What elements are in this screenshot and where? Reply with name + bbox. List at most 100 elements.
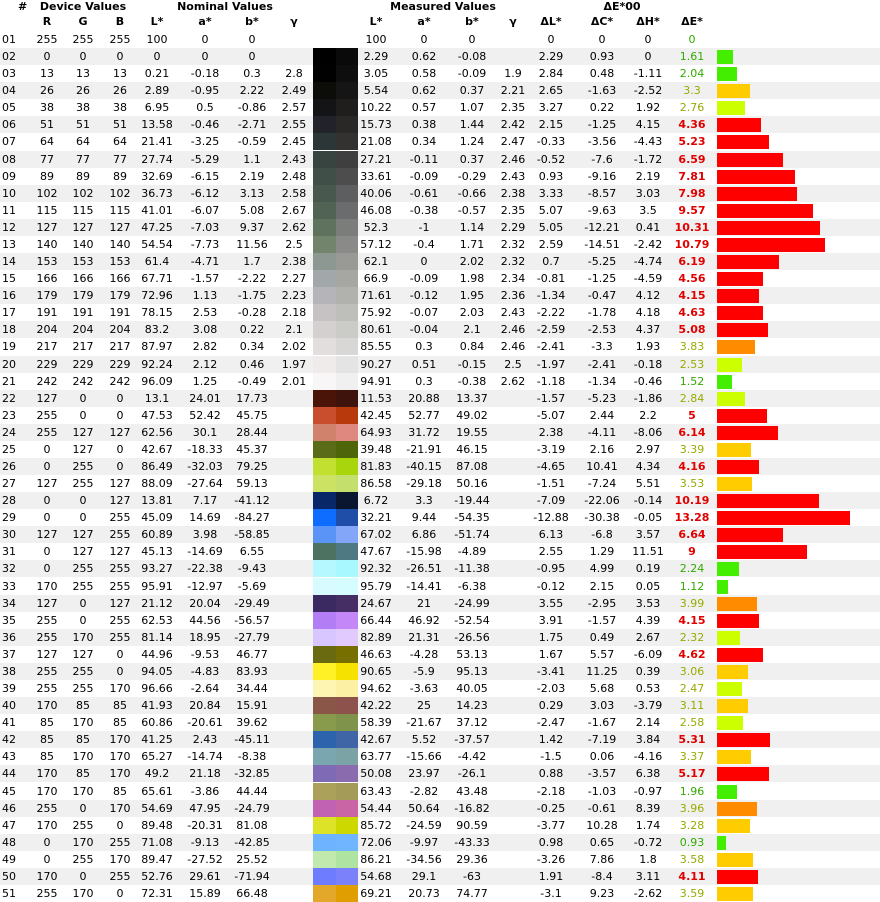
cell-n: 26 — [2, 460, 16, 473]
cell-mg: 2.46 — [500, 340, 526, 354]
cell-b: 51 — [113, 118, 127, 132]
cell-n: 03 — [2, 67, 16, 81]
cell-ma: 50.64 — [408, 801, 440, 815]
cell-na: 2.82 — [192, 340, 218, 354]
nominal-swatch — [313, 48, 336, 66]
cell-dH: 3.84 — [635, 733, 661, 747]
cell-dL: -1.34 — [536, 289, 566, 303]
cell-g: 255 — [72, 460, 94, 473]
cell-n: 12 — [2, 220, 16, 234]
cell-ng: 2.23 — [281, 289, 307, 303]
measured-swatch — [336, 748, 358, 766]
cell-dH: 1.8 — [639, 852, 657, 866]
cell-dE: 3.3 — [683, 84, 701, 98]
cell-mL: 47.67 — [360, 545, 392, 559]
cell-na: -9.13 — [190, 835, 220, 849]
nominal-swatch — [313, 201, 336, 219]
cell-dH: 3.03 — [635, 186, 661, 200]
cell-b: 64 — [113, 135, 127, 149]
cell-dE: 4.16 — [678, 460, 706, 473]
cell-r: 85 — [40, 733, 54, 747]
cell-g: 170 — [72, 784, 94, 798]
cell-n: 24 — [2, 425, 16, 439]
cell-nL: 47.53 — [141, 408, 173, 422]
cell-mg: 2.36 — [500, 289, 526, 303]
table-row: 45 170 170 85 65.61 -3.86 44.44 63.43 -2.82 43.48… — [0, 782, 880, 800]
cell-mL: 75.92 — [360, 306, 392, 320]
delta-e-bar — [717, 425, 779, 440]
cell-nb: 15.91 — [236, 699, 268, 713]
cell-g: 115 — [72, 203, 94, 217]
cell-nL: 86.49 — [141, 460, 173, 473]
cell-mL: 92.32 — [360, 562, 392, 576]
cell-na: -20.31 — [187, 818, 223, 832]
table-row: 40 170 85 85 41.93 20.84 15.91 42.22 25 14.23 0.29… — [0, 697, 880, 715]
delta-e-bar — [717, 135, 770, 150]
cell-dL: 2.29 — [538, 50, 564, 64]
cell-ma: -2.82 — [409, 784, 439, 798]
table-row: 34 127 0 127 21.12 20.04 -29.49 24.67 21 -24.99 3.… — [0, 594, 880, 612]
cell-dL: -2.03 — [536, 682, 566, 696]
delta-e-bar — [717, 272, 763, 287]
cell-dL: 0.98 — [538, 835, 564, 849]
table-row: 47 170 255 0 89.48 -20.31 81.08 85.72 -24.59 90.5… — [0, 816, 880, 834]
cell-mb: 1.07 — [459, 101, 485, 115]
cell-nb: 45.75 — [236, 408, 268, 422]
cell-b: 127 — [109, 477, 131, 491]
delta-e-bar — [717, 494, 819, 509]
cell-nL: 89.48 — [141, 818, 173, 832]
cell-r: 0 — [43, 562, 51, 576]
cell-n: 43 — [2, 750, 16, 764]
cell-mb: 0.37 — [459, 84, 485, 98]
cell-g: 89 — [76, 169, 90, 183]
cell-dE: 9.57 — [678, 203, 706, 217]
cell-nb: -0.59 — [237, 135, 267, 149]
cell-nL: 54.69 — [141, 801, 173, 815]
cell-nb: 1.1 — [243, 152, 261, 166]
cell-b: 217 — [109, 340, 131, 354]
delta-e-bar — [717, 682, 742, 697]
table-row: 07 64 64 64 21.41 -3.25 -0.59 2.45 21.08 0.34 1.24… — [0, 133, 880, 151]
cell-na: -6.15 — [190, 169, 220, 183]
cell-b: 77 — [113, 152, 127, 166]
cell-nL: 72.96 — [141, 289, 173, 303]
cell-na: -0.18 — [190, 67, 220, 81]
cell-nL: 41.01 — [141, 203, 173, 217]
cell-nL: 95.91 — [141, 579, 173, 593]
cell-dE: 5.08 — [678, 323, 706, 337]
cell-ma: -24.59 — [406, 818, 442, 832]
cell-na: -27.52 — [187, 852, 223, 866]
cell-ma: 0.3 — [415, 374, 433, 388]
cell-nL: 2.89 — [144, 84, 170, 98]
cell-na: -32.03 — [187, 460, 223, 473]
cell-nL: 27.74 — [141, 152, 173, 166]
cell-dE: 2.47 — [679, 682, 705, 696]
cell-g: 255 — [72, 477, 94, 491]
nominal-swatch — [313, 406, 336, 424]
measured-swatch — [336, 509, 358, 527]
cell-na: 1.25 — [192, 374, 218, 388]
cell-n: 42 — [2, 733, 16, 747]
cell-n: 28 — [2, 494, 16, 508]
cell-mL: 33.61 — [360, 169, 392, 183]
cell-dC: -5.25 — [587, 255, 617, 269]
cell-g: 204 — [72, 323, 94, 337]
delta-e-bar — [717, 733, 771, 748]
cell-n: 44 — [2, 767, 16, 781]
cell-nb: -42.85 — [234, 835, 270, 849]
cell-na: 21.18 — [189, 767, 221, 781]
measured-swatch — [336, 253, 358, 271]
cell-dH: 0 — [644, 33, 652, 46]
cell-g: 255 — [72, 562, 94, 576]
measured-swatch — [336, 355, 358, 373]
cell-g: 0 — [79, 494, 87, 508]
delta-e-bar — [717, 255, 779, 270]
cell-dH: -4.43 — [633, 135, 663, 149]
cell-g: 170 — [72, 835, 94, 849]
nominal-swatch — [313, 65, 336, 83]
cell-nL: 44.96 — [141, 647, 173, 661]
table-row: 11 115 115 115 41.01 -6.07 5.08 2.67 46.08 -0.38 -… — [0, 201, 880, 219]
cell-dE: 0 — [688, 33, 696, 46]
cell-dC: 2.15 — [589, 579, 615, 593]
cell-r: 0 — [43, 545, 51, 559]
